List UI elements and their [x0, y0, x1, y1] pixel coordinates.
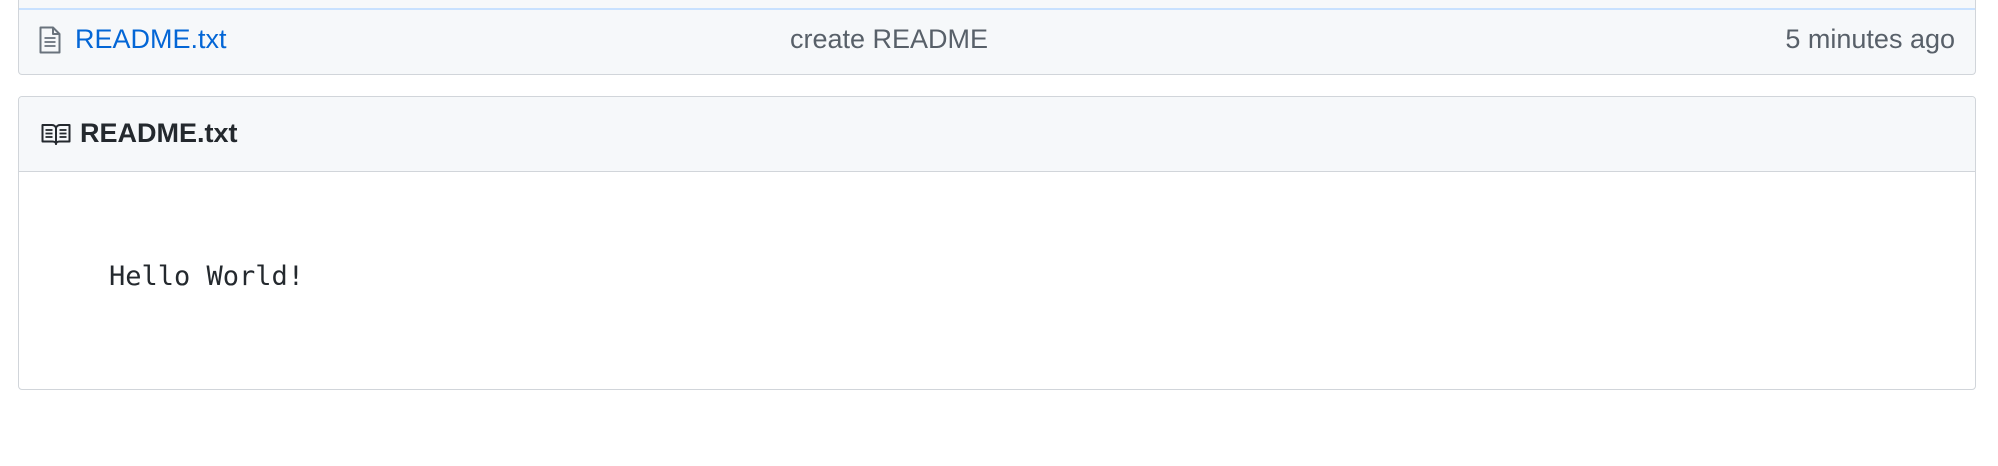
- readme-title: README.txt: [80, 118, 238, 148]
- file-name-link[interactable]: README.txt: [75, 24, 227, 55]
- readme-content: Hello World!: [109, 261, 305, 292]
- file-list-top-border: [19, 0, 1975, 10]
- book-icon: [41, 122, 71, 146]
- readme-panel: README.txt Hello World!: [18, 96, 1976, 390]
- file-text-icon: [39, 26, 61, 54]
- commit-message-link[interactable]: create README: [790, 24, 988, 55]
- file-row: README.txt create README 5 minutes ago: [19, 10, 1975, 73]
- readme-header: README.txt: [19, 97, 1975, 172]
- file-list-table: README.txt create README 5 minutes ago: [18, 0, 1976, 75]
- commit-age: 5 minutes ago: [1785, 24, 1955, 54]
